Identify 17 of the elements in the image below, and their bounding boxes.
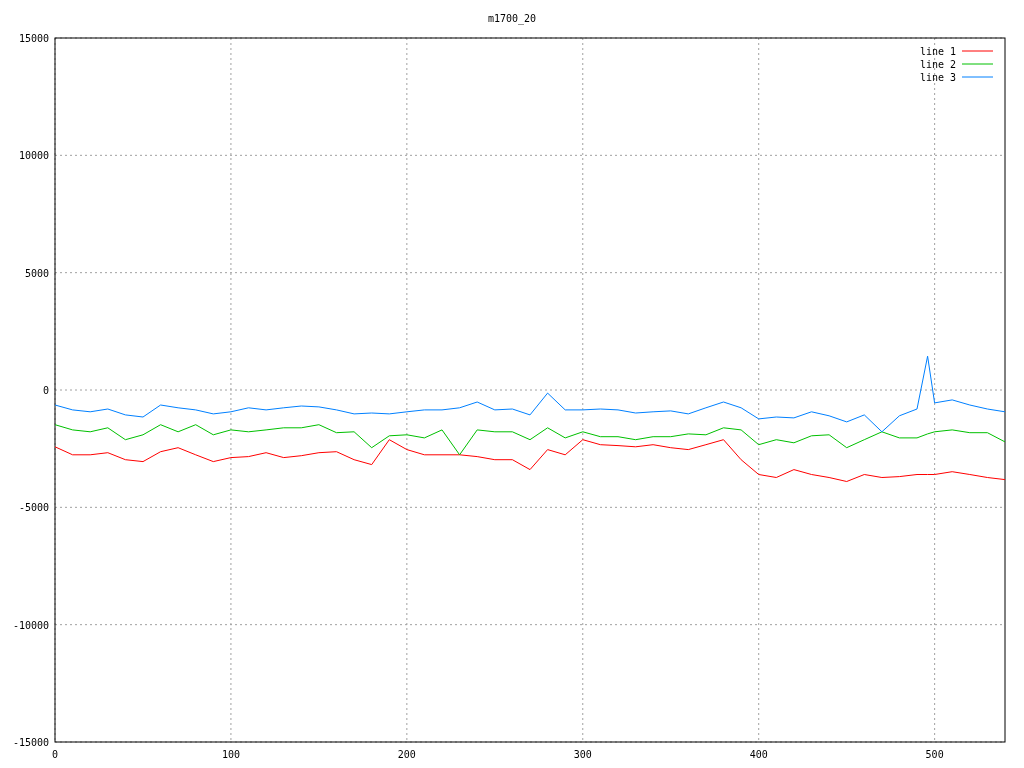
y-tick-label: 15000: [18, 33, 49, 44]
y-tick-label: -5000: [18, 502, 49, 514]
x-tick-label: 300: [573, 749, 592, 760]
y-tick-label: 5000: [24, 267, 49, 279]
y-tick-label: -15000: [12, 737, 49, 748]
legend-label: line 2: [919, 59, 956, 70]
y-tick-label: 0: [42, 385, 49, 396]
chart-title: m1700_20: [487, 13, 537, 24]
x-tick-label: 0: [52, 749, 58, 760]
legend-label: line 1: [919, 46, 956, 57]
x-tick-label: 400: [749, 749, 768, 760]
legend-label: line 3: [919, 72, 956, 83]
y-tick-label: 10000: [18, 150, 49, 162]
y-tick-label: -10000: [12, 619, 49, 631]
x-tick-label: 500: [925, 749, 944, 760]
x-tick-label: 200: [397, 749, 416, 760]
x-tick-label: 100: [221, 749, 240, 760]
